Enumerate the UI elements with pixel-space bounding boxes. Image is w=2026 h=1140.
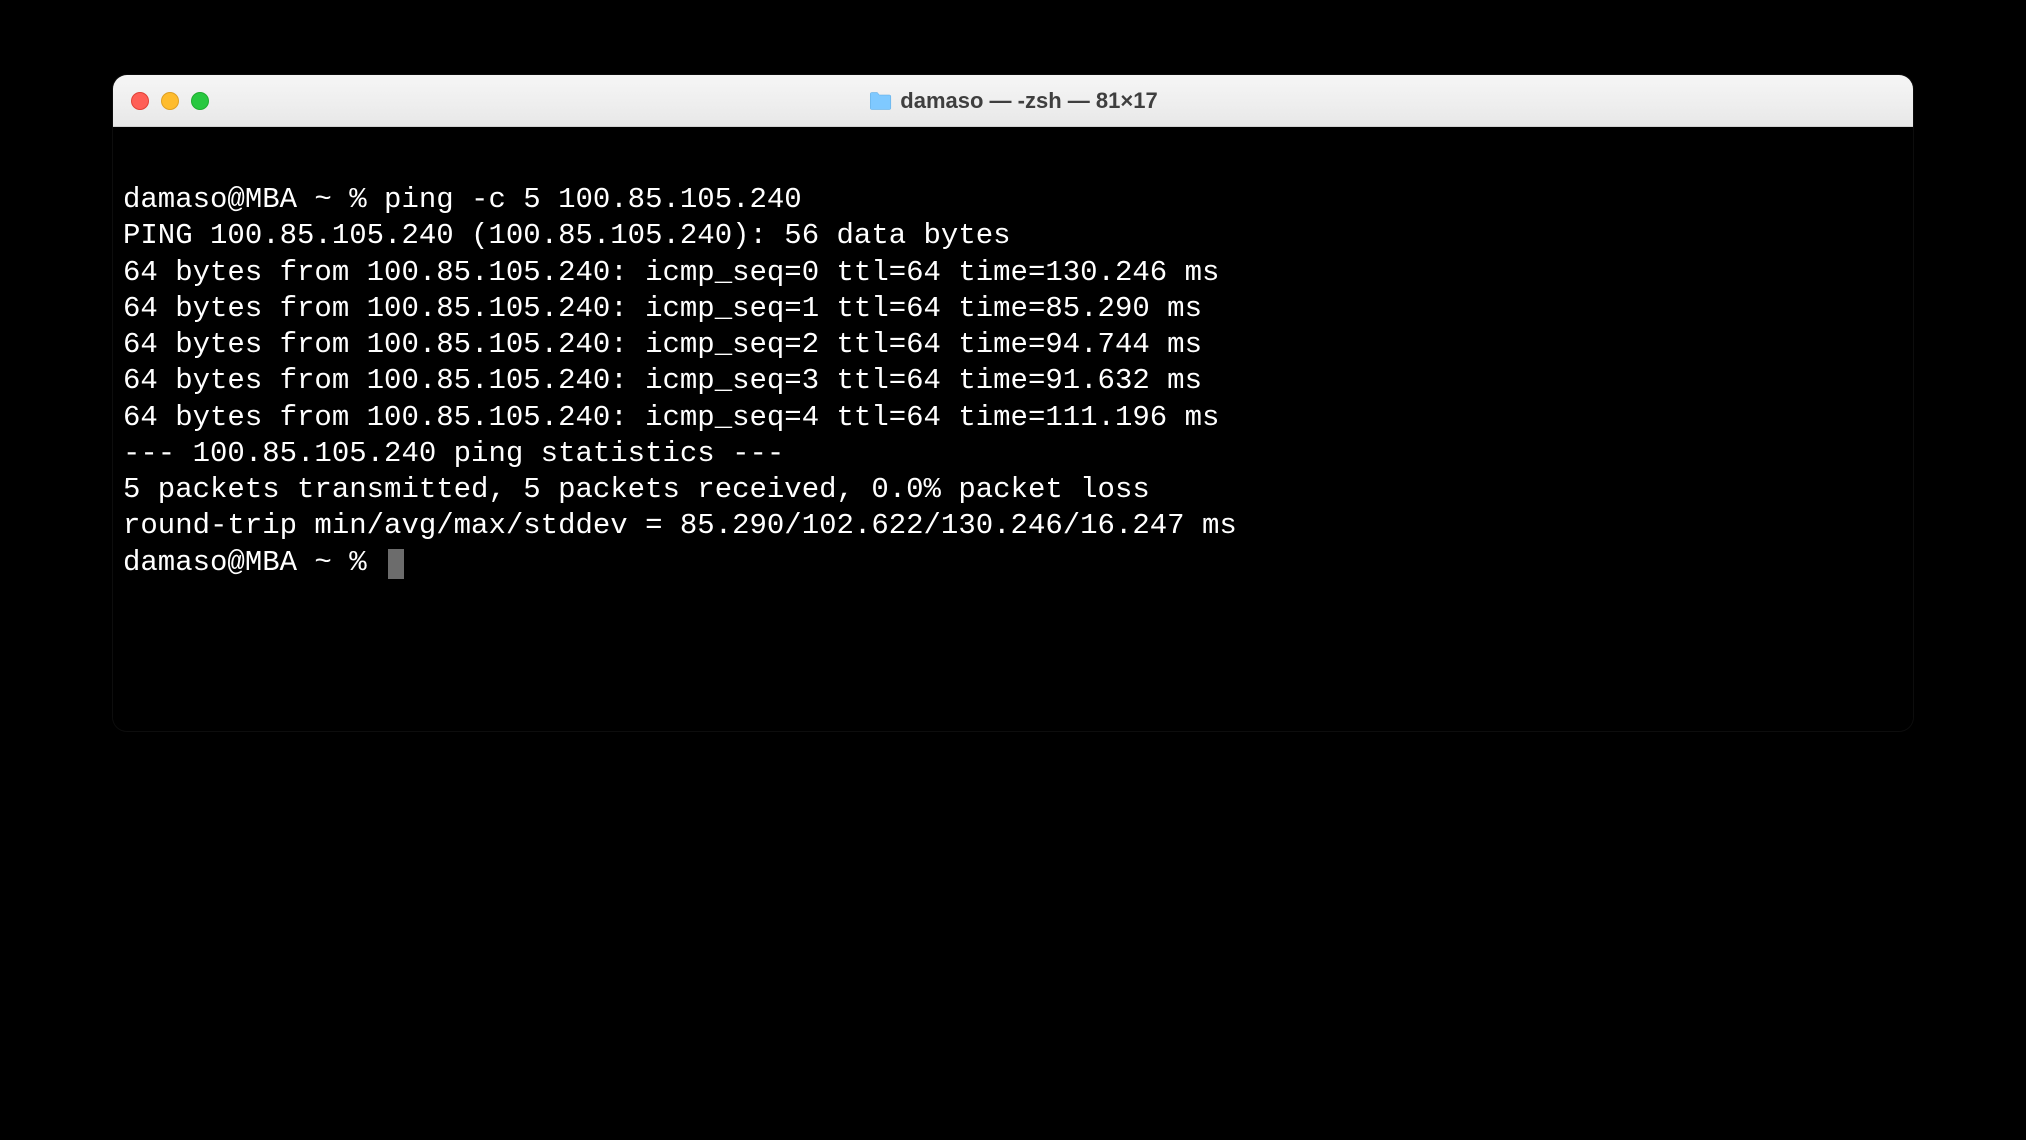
folder-icon bbox=[868, 91, 892, 111]
terminal-line: 64 bytes from 100.85.105.240: icmp_seq=4… bbox=[123, 400, 1903, 436]
terminal-line: 64 bytes from 100.85.105.240: icmp_seq=3… bbox=[123, 363, 1903, 399]
terminal-line: 64 bytes from 100.85.105.240: icmp_seq=2… bbox=[123, 327, 1903, 363]
terminal-line: round-trip min/avg/max/stddev = 85.290/1… bbox=[123, 508, 1903, 544]
terminal-body[interactable]: damaso@MBA ~ % ping -c 5 100.85.105.240P… bbox=[113, 127, 1913, 731]
cursor bbox=[388, 549, 404, 579]
window-title: damaso — -zsh — 81×17 bbox=[900, 88, 1157, 114]
terminal-prompt-line: damaso@MBA ~ % bbox=[123, 545, 1903, 581]
terminal-line: PING 100.85.105.240 (100.85.105.240): 56… bbox=[123, 218, 1903, 254]
terminal-line: damaso@MBA ~ % ping -c 5 100.85.105.240 bbox=[123, 182, 1903, 218]
terminal-line: --- 100.85.105.240 ping statistics --- bbox=[123, 436, 1903, 472]
terminal-line: 64 bytes from 100.85.105.240: icmp_seq=0… bbox=[123, 255, 1903, 291]
terminal-line: 64 bytes from 100.85.105.240: icmp_seq=1… bbox=[123, 291, 1903, 327]
window-title-group: damaso — -zsh — 81×17 bbox=[868, 88, 1157, 114]
close-button[interactable] bbox=[131, 92, 149, 110]
terminal-line: 5 packets transmitted, 5 packets receive… bbox=[123, 472, 1903, 508]
terminal-prompt: damaso@MBA ~ % bbox=[123, 546, 384, 579]
minimize-button[interactable] bbox=[161, 92, 179, 110]
titlebar[interactable]: damaso — -zsh — 81×17 bbox=[113, 75, 1913, 127]
traffic-lights bbox=[131, 92, 209, 110]
maximize-button[interactable] bbox=[191, 92, 209, 110]
terminal-window: damaso — -zsh — 81×17 damaso@MBA ~ % pin… bbox=[113, 75, 1913, 731]
